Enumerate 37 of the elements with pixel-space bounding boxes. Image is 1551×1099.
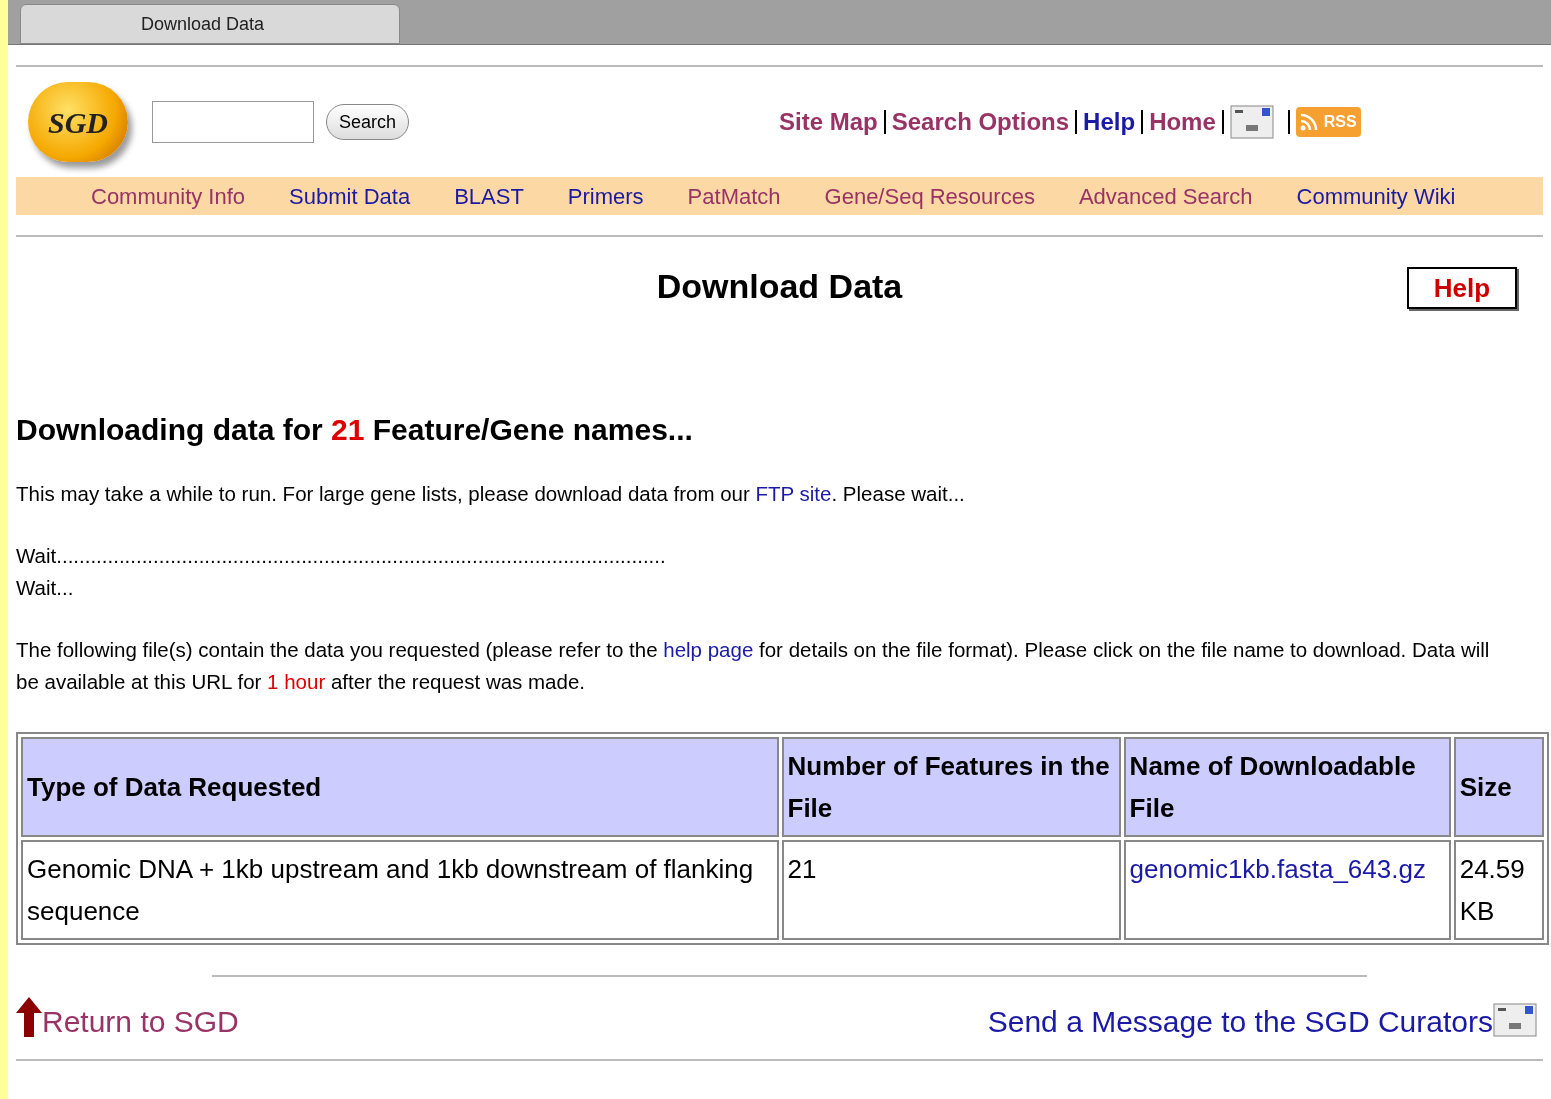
text-link[interactable]: help page	[663, 638, 754, 661]
nav-link[interactable]: PatMatch	[687, 179, 781, 213]
nav-link[interactable]: Advanced Search	[1078, 179, 1253, 213]
up-arrow-icon	[16, 997, 42, 1037]
search-field[interactable]	[152, 101, 314, 143]
return-link[interactable]: Return to SGD	[42, 1007, 239, 1037]
browser-tab[interactable]: Download Data	[20, 4, 400, 44]
nav-link[interactable]: Submit Data	[289, 179, 411, 213]
page-heading: Downloading data for 21 Feature/Gene names...	[16, 412, 694, 448]
paragraph: The following file(s) contain the data you requested (please refer to the help page for details on the file format). Please click on the file name to download. Data will be available at this URL for 1 hour after the request was made.	[16, 637, 1491, 695]
column-header: Name of Downloadable File	[1123, 737, 1451, 837]
paragraph: Wait...	[16, 575, 75, 601]
sgd-logo[interactable]: SGD	[28, 82, 128, 162]
paragraph: This may take a while to run. For large gene lists, please download data from our FTP site. Please wait...	[16, 481, 966, 507]
header-link[interactable]: Search Options	[891, 104, 1070, 140]
help-button[interactable]: Help	[1407, 267, 1517, 309]
table-cell: Genomic DNA + 1kb upstream and 1kb downstream of flanking sequence	[21, 840, 779, 940]
column-header: Type of Data Requested	[21, 737, 779, 837]
text-link[interactable]: FTP site	[755, 482, 832, 505]
column-header: Number of Features in the File	[781, 737, 1121, 837]
nav-link[interactable]: Community Info	[91, 179, 246, 213]
nav-link[interactable]: Primers	[567, 179, 644, 213]
header-link[interactable]: Site Map	[779, 104, 878, 140]
table-cell: 24.59 KB	[1453, 840, 1544, 940]
column-header: Size	[1453, 737, 1544, 837]
header-link[interactable]: Help	[1083, 104, 1136, 140]
page-title: Download Data	[656, 266, 903, 307]
nav-link[interactable]: Gene/Seq Resources	[824, 179, 1035, 213]
paragraph: Wait...........................................................................................................	[16, 543, 667, 569]
mail-icon[interactable]	[1229, 105, 1274, 139]
nav-link[interactable]: Community Wiki	[1296, 179, 1456, 213]
table-cell: 21	[781, 840, 1121, 940]
nav-link[interactable]: BLAST	[454, 179, 524, 213]
mail-icon[interactable]	[1493, 1003, 1537, 1037]
header-link[interactable]: Home	[1149, 104, 1216, 140]
search-button[interactable]: Search	[326, 104, 410, 140]
message-link[interactable]: Send a Message to the SGD Curators	[987, 1007, 1493, 1037]
